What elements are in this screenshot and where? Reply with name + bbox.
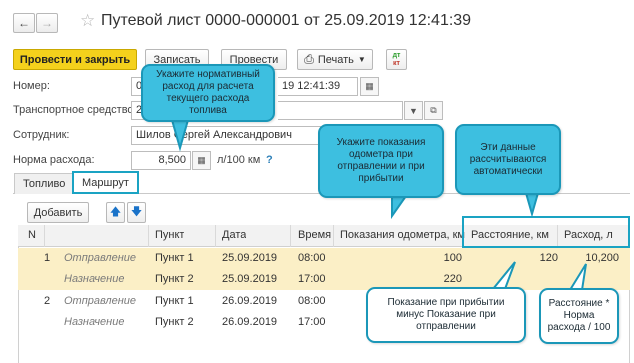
col-sep <box>333 225 334 247</box>
forward-button[interactable]: → <box>36 13 58 33</box>
dt-kt-button[interactable]: дт кт <box>386 49 407 70</box>
row-n: 1 <box>44 252 51 264</box>
col-sep <box>44 225 45 247</box>
favorite-star-icon[interactable]: ☆ <box>80 11 95 31</box>
row-time: 17:00 <box>298 316 326 328</box>
row-point: Пункт 2 <box>155 316 194 328</box>
dt-label: дт <box>392 51 401 59</box>
employee-field[interactable]: Шилов Сергей Александрович <box>131 126 321 145</box>
row-point: Пункт 1 <box>155 252 194 264</box>
chevron-down-icon: ▼ <box>409 105 418 116</box>
row-type: Назначение <box>64 316 125 328</box>
row-date: 26.09.2019 <box>222 295 278 307</box>
calendar-button[interactable]: ▦ <box>360 77 379 96</box>
callout-auto: Эти данные рассчитываются автоматически <box>455 124 561 195</box>
row-type: Назначение <box>64 273 125 285</box>
row-point: Пункт 2 <box>155 273 194 285</box>
col-sep <box>148 225 149 247</box>
window-title: Путевой лист 0000-000001 от 25.09.2019 1… <box>101 12 472 29</box>
row-date: 25.09.2019 <box>222 273 278 285</box>
date-field[interactable]: 19 12:41:39 <box>278 77 358 96</box>
table-row[interactable]: 1 Отправление Пункт 1 25.09.2019 08:00 1… <box>18 248 630 269</box>
move-up-button[interactable]: 🡅 <box>106 202 125 223</box>
row-time: 17:00 <box>298 273 326 285</box>
help-icon[interactable]: ? <box>266 154 273 166</box>
post-and-close-button[interactable]: Провести и закрыть <box>13 49 137 70</box>
row-type: Отправление <box>64 252 136 264</box>
col-point: Пункт <box>155 229 185 241</box>
col-sep <box>290 225 291 247</box>
back-button[interactable]: ← <box>13 13 35 33</box>
vehicle-field-rest[interactable] <box>278 101 403 120</box>
move-down-button[interactable]: 🡇 <box>127 202 146 223</box>
tab-route[interactable]: Маршрут <box>72 171 139 194</box>
employee-label: Сотрудник: <box>13 129 70 141</box>
kt-label: кт <box>393 59 400 67</box>
calendar-icon: ▦ <box>365 81 374 91</box>
row-type: Отправление <box>64 295 136 307</box>
row-odometer: 100 <box>443 252 462 264</box>
chevron-down-icon: ▼ <box>357 55 366 64</box>
col-date: Дата <box>222 229 247 241</box>
vehicle-open-button[interactable]: ⧉ <box>424 101 443 120</box>
calculated-columns-highlight <box>462 216 630 248</box>
row-consumption: 10,200 <box>585 252 619 264</box>
col-n: N <box>28 229 36 241</box>
callout-odometer: Укажите показания одометра при отправлен… <box>318 124 444 198</box>
row-time: 08:00 <box>298 252 326 264</box>
callout-consumption: Расстояние * Норма расхода / 100 <box>539 288 619 344</box>
col-odometer: Показания одометра, км <box>340 229 465 241</box>
print-label: Печать <box>317 53 354 66</box>
row-date: 26.09.2019 <box>222 316 278 328</box>
calculator-button[interactable]: ▦ <box>192 151 211 170</box>
norm-label: Норма расхода: <box>13 154 95 166</box>
printer-icon: ⎙ <box>304 52 314 66</box>
col-time: Время <box>298 229 332 241</box>
row-point: Пункт 1 <box>155 295 194 307</box>
callout-distance: Показание при прибытии минус Показание п… <box>366 287 526 343</box>
vehicle-label: Транспортное средство: <box>13 104 137 116</box>
callout-norm: Укажите нормативный расход для расчета т… <box>141 64 275 122</box>
arrow-left-icon: ← <box>18 16 30 30</box>
tab-fuel[interactable]: Топливо <box>14 173 75 194</box>
row-time: 08:00 <box>298 295 326 307</box>
add-button[interactable]: Добавить <box>27 202 89 223</box>
arrow-right-icon: → <box>41 16 53 30</box>
table-row[interactable]: Назначение Пункт 2 25.09.2019 17:00 220 <box>18 269 630 290</box>
norm-field[interactable]: 8,500 <box>131 151 191 170</box>
row-distance: 120 <box>539 252 558 264</box>
open-link-icon: ⧉ <box>430 105 437 115</box>
arrow-up-icon: 🡅 <box>109 206 122 218</box>
col-sep <box>215 225 216 247</box>
norm-unit: л/100 км <box>217 154 261 166</box>
vehicle-dropdown-button[interactable]: ▼ <box>404 101 423 120</box>
calculator-icon: ▦ <box>197 155 206 165</box>
number-label: Номер: <box>13 80 50 92</box>
arrow-down-icon: 🡇 <box>130 206 143 218</box>
print-button[interactable]: ⎙ Печать ▼ <box>297 49 373 70</box>
row-date: 25.09.2019 <box>222 252 278 264</box>
row-n: 2 <box>44 295 51 307</box>
